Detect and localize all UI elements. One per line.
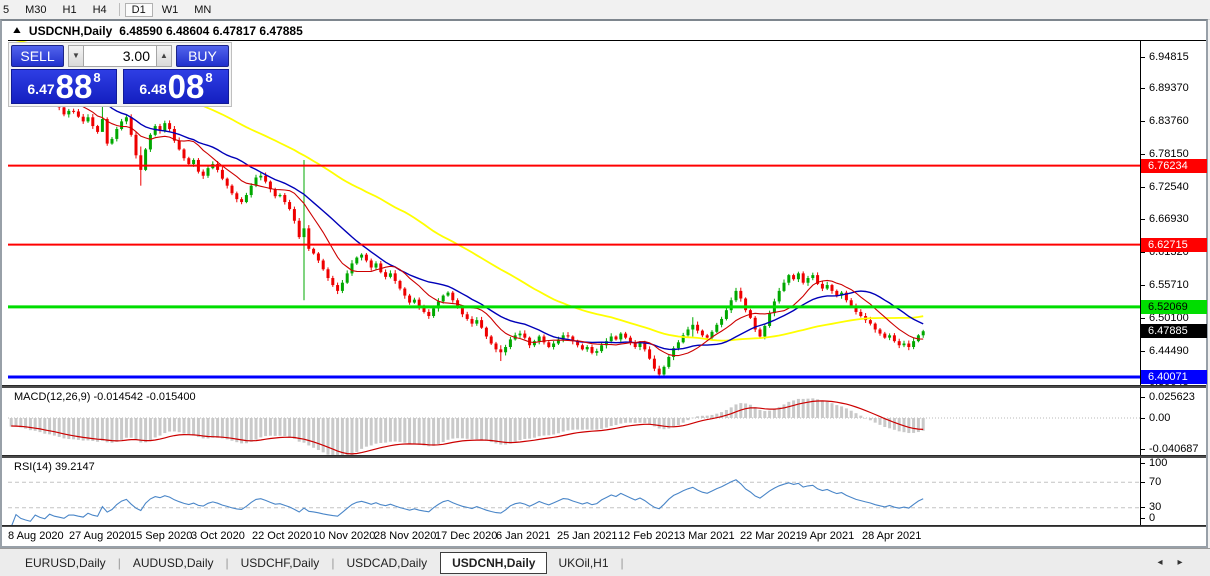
chart-tabs: EURUSD,Daily | AUDUSD,Daily | USDCHF,Daily | U… — [14, 552, 625, 574]
rsi-axis-label: 0 — [1141, 512, 1155, 525]
tab-separator: | — [117, 556, 121, 570]
tab-usdcnh-daily[interactable]: USDCNH,Daily — [440, 552, 548, 574]
tab-audusd-daily[interactable]: AUDUSD,Daily — [122, 552, 225, 574]
rsi-line — [11, 479, 924, 525]
date-label: 22 Oct 2020 — [252, 530, 312, 542]
one-click-trading-panel: SELL ▼ 3.00 ▲ BUY 6.47 88 8 6.48 08 8 — [8, 42, 232, 107]
price-level-badge: 6.76234 — [1141, 158, 1207, 173]
trading-terminal: 5 M30 H1 H4 D1 W1 MN ▲ USDCNH,Daily 6.48590 6.… — [0, 0, 1210, 576]
date-label: 25 Jan 2021 — [557, 530, 618, 542]
timeframe-button-m30[interactable]: M30 — [18, 3, 53, 17]
chart-title: ▲ USDCNH,Daily 6.48590 6.48604 6.47817 6… — [10, 24, 303, 38]
timeframe-button-h4[interactable]: H4 — [86, 3, 114, 17]
date-label: 3 Mar 2021 — [679, 530, 735, 542]
tab-ukoil-h1[interactable]: UKOil,H1 — [547, 552, 619, 574]
tab-separator: | — [225, 556, 229, 570]
tab-usdcad-daily[interactable]: USDCAD,Daily — [335, 552, 438, 574]
macd-axis-label: 0.00 — [1141, 412, 1170, 425]
time-axis[interactable]: 8 Aug 2020 27 Aug 2020 15 Sep 2020 3 Oct 20… — [8, 527, 1140, 545]
date-label: 15 Sep 2020 — [130, 530, 193, 542]
price-axis-label: 6.55710 — [1141, 279, 1189, 292]
price-axis-label: 6.72540 — [1141, 181, 1189, 194]
price-level-badge: 6.40071 — [1141, 369, 1207, 384]
date-label: 22 Mar 2021 — [740, 530, 802, 542]
arrow-left-icon[interactable]: ◂ — [1152, 555, 1168, 571]
tab-scroll-buttons: ◂ ▸ — [1152, 555, 1188, 571]
date-label: 28 Apr 2021 — [862, 530, 922, 542]
price-level-badge: 6.62715 — [1141, 237, 1207, 252]
chart-symbol-period: USDCNH,Daily — [28, 24, 113, 38]
rsi-axis-label: 70 — [1141, 476, 1161, 489]
chart-tab-bar: EURUSD,Daily | AUDUSD,Daily | USDCHF,Daily | U… — [0, 548, 1210, 576]
timeframe-button-mn[interactable]: MN — [187, 3, 218, 17]
price-axis-label: 6.83760 — [1141, 115, 1189, 128]
price-axis-label: 6.89370 — [1141, 82, 1189, 95]
date-label: 27 Aug 2020 — [69, 530, 131, 542]
current-price-badge: 6.47885 — [1141, 324, 1207, 339]
date-label: 8 Aug 2020 — [8, 530, 64, 542]
macd-axis[interactable]: 0.025623 0.00 -0.040687 — [1141, 388, 1206, 455]
rsi-axis[interactable]: 100 70 30 0 — [1141, 457, 1206, 525]
price-axis-label: 6.66930 — [1141, 213, 1189, 226]
date-label: 3 Oct 2020 — [191, 530, 245, 542]
buy-price-sup: 8 — [205, 70, 213, 85]
price-axis-label: 6.94815 — [1141, 51, 1189, 64]
sell-button[interactable]: SELL — [11, 45, 64, 67]
chevron-down-icon[interactable]: ▼ — [68, 45, 84, 67]
timeframe-button-d1[interactable]: D1 — [124, 2, 153, 17]
tab-separator: | — [620, 556, 624, 570]
pane-top-border — [8, 40, 1206, 41]
date-label: 9 Apr 2021 — [801, 530, 855, 542]
date-label: 6 Jan 2021 — [496, 530, 551, 542]
sell-price-small: 6.47 — [27, 81, 55, 97]
price-level-badge: 6.52069 — [1141, 299, 1207, 314]
toolbar-separator — [118, 3, 120, 16]
sell-price-big: 88 — [55, 68, 93, 105]
level-lines — [8, 164, 1140, 379]
macd-label: MACD(12,26,9) -0.014542 -0.015400 — [14, 391, 196, 403]
date-label: 28 Nov 2020 — [374, 530, 437, 542]
buy-price-display[interactable]: 6.48 08 8 — [123, 69, 229, 104]
tab-eurusd-daily[interactable]: EURUSD,Daily — [14, 552, 117, 574]
rsi-axis-label: 100 — [1141, 457, 1167, 470]
buy-button[interactable]: BUY — [176, 45, 229, 67]
timeframe-button-5[interactable]: 5 — [0, 3, 16, 17]
date-label: 12 Feb 2021 — [618, 530, 680, 542]
volume-input[interactable]: 3.00 — [84, 45, 156, 67]
chart-arrow-icon: ▲ — [10, 25, 24, 36]
buy-price-big: 08 — [167, 68, 205, 105]
timeframe-toolbar: 5 M30 H1 H4 D1 W1 MN — [0, 0, 1210, 20]
rsi-canvas[interactable] — [8, 458, 1140, 525]
arrow-right-icon[interactable]: ▸ — [1172, 555, 1188, 571]
sell-price-sup: 8 — [93, 70, 101, 85]
tab-usdchf-daily[interactable]: USDCHF,Daily — [230, 552, 331, 574]
date-label: 17 Dec 2020 — [435, 530, 498, 542]
chart-ohlc-quote: 6.48590 6.48604 6.47817 6.47885 — [119, 24, 303, 38]
chart-window: ▲ USDCNH,Daily 6.48590 6.48604 6.47817 6… — [0, 19, 1208, 548]
price-axis-label: 6.44490 — [1141, 345, 1189, 358]
timeframe-button-w1[interactable]: W1 — [155, 3, 186, 17]
tab-separator: | — [331, 556, 335, 570]
volume-stepper: ▼ 3.00 ▲ — [68, 45, 172, 67]
macd-axis-label: 0.025623 — [1141, 391, 1195, 404]
buy-price-small: 6.48 — [139, 81, 167, 97]
candles — [9, 60, 925, 379]
chevron-up-icon[interactable]: ▲ — [156, 45, 172, 67]
timeframe-button-h1[interactable]: H1 — [56, 3, 84, 17]
rsi-label: RSI(14) 39.2147 — [14, 461, 95, 473]
sell-price-display[interactable]: 6.47 88 8 — [11, 69, 117, 104]
date-label: 10 Nov 2020 — [313, 530, 376, 542]
